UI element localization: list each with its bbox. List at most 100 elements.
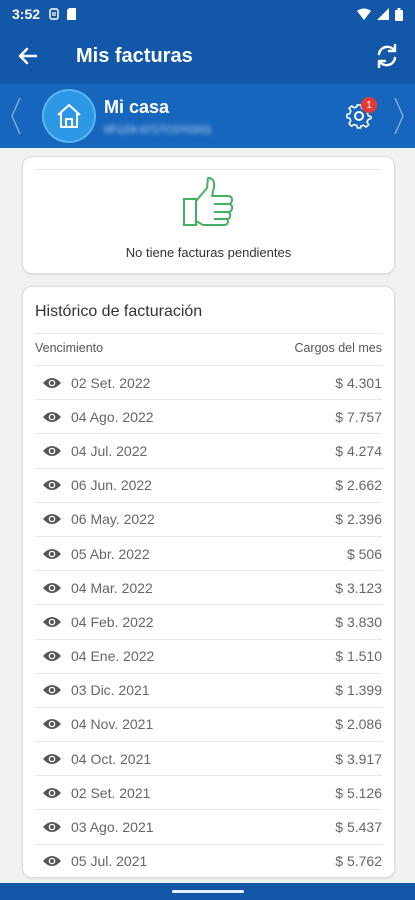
- divider: [35, 169, 382, 170]
- view-invoice-button[interactable]: [43, 513, 67, 525]
- eye-icon: [43, 548, 61, 559]
- system-navigation-bar: [0, 883, 415, 900]
- column-header-charges: Cargos del mes: [294, 341, 382, 355]
- eye-icon: [43, 719, 61, 730]
- battery-icon: [395, 7, 403, 21]
- eye-icon: [43, 787, 61, 798]
- history-row[interactable]: 05 Abr. 2022 $ 506: [35, 535, 382, 570]
- previous-account-button[interactable]: [0, 96, 32, 136]
- invoice-due-date: 04 Feb. 2022: [71, 613, 154, 630]
- view-invoice-button[interactable]: [43, 753, 67, 765]
- invoice-amount: $ 506: [346, 545, 382, 562]
- invoice-amount: $ 2.396: [335, 511, 382, 528]
- history-row[interactable]: 04 Oct. 2021 $ 3.917: [35, 741, 382, 775]
- eye-icon: [43, 377, 61, 388]
- no-pending-message: No tiene facturas pendientes: [125, 245, 292, 260]
- invoice-amount: $ 3.917: [335, 750, 382, 767]
- chevron-left-icon: [11, 97, 21, 135]
- eye-icon: [43, 753, 61, 764]
- refresh-icon: [377, 43, 397, 69]
- history-row[interactable]: 04 Ene. 2022 $ 1.510: [35, 638, 382, 673]
- invoice-due-date: 04 Nov. 2021: [71, 716, 154, 733]
- history-row[interactable]: 04 Nov. 2021 $ 2.086: [35, 706, 382, 741]
- divider: [35, 333, 382, 334]
- history-row[interactable]: 02 Set. 2022 $ 4.301: [35, 365, 382, 399]
- home-gesture-handle[interactable]: [171, 890, 244, 893]
- history-row[interactable]: 04 Jul. 2022 $ 4.274: [35, 433, 382, 467]
- eye-icon: [43, 651, 61, 662]
- history-row[interactable]: 04 Mar. 2022 $ 3.123: [35, 570, 382, 604]
- eye-icon: [43, 480, 61, 491]
- history-row[interactable]: 04 Ago. 2022 $ 7.757: [35, 399, 382, 433]
- view-invoice-button[interactable]: [43, 821, 67, 833]
- page-title: Mis facturas: [76, 44, 193, 67]
- history-row[interactable]: 06 May. 2022 $ 2.396: [35, 501, 382, 536]
- invoice-amount: $ 1.399: [335, 682, 382, 699]
- account-number: 0F1ZA-071TC0Y0201: [104, 123, 212, 136]
- history-table-header: Vencimiento Cargos del mes: [35, 341, 382, 363]
- invoice-due-date: 04 Ene. 2022: [71, 648, 155, 665]
- home-icon: [57, 104, 81, 128]
- invoice-amount: $ 4.301: [335, 374, 382, 391]
- view-invoice-button[interactable]: [43, 582, 67, 594]
- back-button[interactable]: [0, 28, 56, 84]
- account-avatar: [42, 89, 96, 143]
- eye-icon: [43, 514, 61, 525]
- history-rows: 02 Set. 2022 $ 4.301 04 Ago. 2022 $ 7.757 04…: [35, 365, 382, 877]
- arrow-left-icon: [18, 47, 38, 65]
- view-invoice-button[interactable]: [43, 718, 67, 730]
- history-row[interactable]: 05 Jul. 2021 $ 5.762: [35, 843, 382, 877]
- refresh-button[interactable]: [359, 28, 415, 84]
- billing-history-card: Histórico de facturación Vencimiento Car…: [22, 286, 395, 878]
- thumbs-up-icon: [182, 177, 233, 226]
- view-invoice-button[interactable]: [43, 787, 67, 799]
- chevron-right-icon: [394, 97, 404, 135]
- view-invoice-button[interactable]: [43, 411, 67, 423]
- invoice-amount: $ 1.510: [335, 648, 382, 665]
- history-row[interactable]: 02 Set. 2021 $ 5.126: [35, 775, 382, 809]
- account-settings-button[interactable]: 1: [339, 96, 379, 136]
- view-invoice-button[interactable]: [43, 616, 67, 628]
- sd-card-icon: [67, 8, 77, 20]
- eye-icon: [43, 616, 61, 627]
- invoice-amount: $ 7.757: [335, 408, 382, 425]
- notification-badge: 1: [361, 97, 377, 113]
- history-row[interactable]: 03 Ago. 2021 $ 5.437: [35, 809, 382, 843]
- invoice-due-date: 03 Dic. 2021: [71, 682, 150, 699]
- eye-icon: [43, 685, 61, 696]
- invoice-due-date: 04 Jul. 2022: [71, 442, 148, 459]
- invoice-due-date: 04 Ago. 2022: [71, 408, 154, 425]
- invoice-due-date: 03 Ago. 2021: [71, 819, 154, 836]
- invoice-due-date: 04 Oct. 2021: [71, 750, 152, 767]
- invoice-due-date: 04 Mar. 2022: [71, 579, 153, 596]
- column-header-due: Vencimiento: [35, 341, 104, 355]
- wifi-icon: [357, 8, 371, 20]
- pending-invoices-card: No tiene facturas pendientes: [22, 156, 395, 274]
- history-row[interactable]: 04 Feb. 2022 $ 3.830: [35, 604, 382, 638]
- app-bar: Mis facturas: [0, 28, 415, 84]
- signal-icon: [377, 8, 389, 20]
- history-title: Histórico de facturación: [35, 303, 203, 320]
- invoice-amount: $ 5.762: [335, 853, 382, 870]
- view-invoice-button[interactable]: [43, 377, 67, 389]
- eye-icon: [43, 822, 61, 833]
- invoice-amount: $ 3.123: [335, 579, 382, 596]
- view-invoice-button[interactable]: [43, 445, 67, 457]
- invoice-amount: $ 5.126: [335, 784, 382, 801]
- view-invoice-button[interactable]: [43, 548, 67, 560]
- invoice-amount: $ 2.662: [335, 477, 382, 494]
- account-selector: Mi casa 0F1ZA-071TC0Y0201 1: [0, 84, 415, 148]
- history-row[interactable]: 03 Dic. 2021 $ 1.399: [35, 672, 382, 707]
- eye-icon: [43, 445, 61, 456]
- invoice-due-date: 02 Set. 2021: [71, 784, 151, 801]
- history-row[interactable]: 06 Jun. 2022 $ 2.662: [35, 467, 382, 502]
- view-invoice-button[interactable]: [43, 855, 67, 867]
- view-invoice-button[interactable]: [43, 684, 67, 696]
- view-invoice-button[interactable]: [43, 479, 67, 491]
- eye-icon: [43, 856, 61, 867]
- invoice-amount: $ 5.437: [335, 819, 382, 836]
- view-invoice-button[interactable]: [43, 650, 67, 662]
- invoice-due-date: 02 Set. 2022: [71, 374, 151, 391]
- status-bar: 3:52: [0, 0, 415, 28]
- next-account-button[interactable]: [383, 96, 415, 136]
